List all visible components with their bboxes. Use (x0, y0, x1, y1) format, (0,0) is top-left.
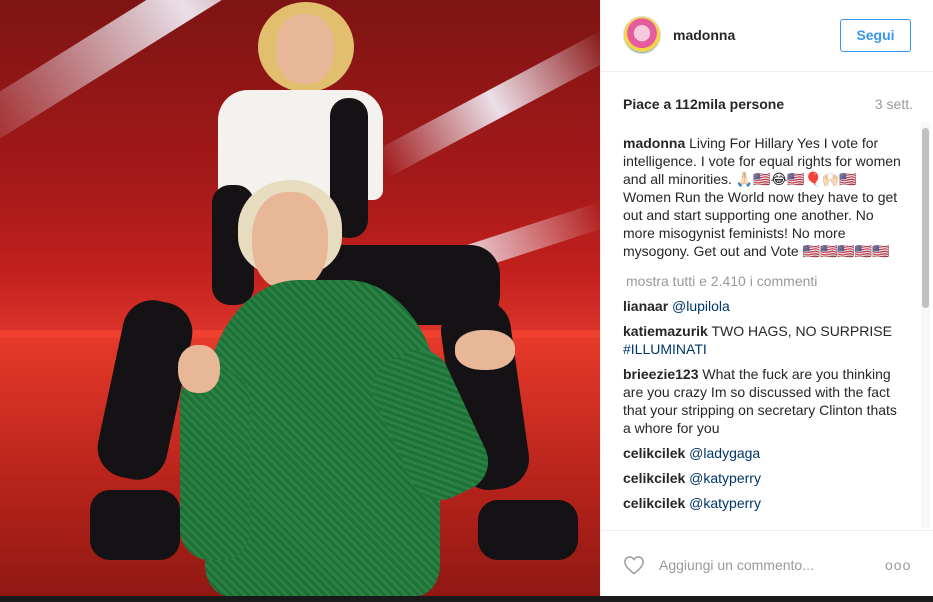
post-caption: madonna Living For Hillary Yes I vote fo… (623, 134, 908, 260)
comment-item: brieezie123 What the fuck are you thinki… (623, 365, 908, 437)
comment-item: celikcilek @katyperry (623, 469, 908, 487)
comment-item: celikcilek @ladygaga (623, 444, 908, 462)
avatar-icon[interactable] (623, 16, 661, 54)
comment-author[interactable]: brieezie123 (623, 366, 699, 382)
more-options-icon[interactable]: ooo (885, 557, 911, 573)
comment-mention[interactable]: @katyperry (689, 495, 761, 511)
post-sidebar: madonna Segui Piace a 112mila persone 3 … (600, 0, 933, 596)
comment-author[interactable]: katiemazurik (623, 323, 708, 339)
post-username[interactable]: madonna (673, 27, 735, 43)
comment-mention[interactable]: @lupilola (672, 298, 730, 314)
likes-suffix: persone (725, 96, 785, 112)
likes-count[interactable]: Piace a 112mila persone (623, 96, 784, 112)
stage-light-beam (372, 29, 600, 179)
comment-mention[interactable]: @ladygaga (689, 445, 760, 461)
singer-shoe (90, 490, 180, 560)
comments-list: madonna Living For Hillary Yes I vote fo… (623, 134, 908, 526)
heart-icon[interactable] (623, 555, 645, 575)
comments-scrollbar[interactable] (922, 128, 929, 308)
comment-text: TWO HAGS, NO SURPRISE (711, 323, 892, 339)
show-all-comments-link[interactable]: mostra tutti e 2.410 i commenti (626, 272, 908, 290)
post-footer: ooo (601, 530, 933, 596)
post-header: madonna Segui (601, 0, 933, 72)
comment-author[interactable]: celikcilek (623, 470, 685, 486)
comment-author[interactable]: celikcilek (623, 445, 685, 461)
post-photo[interactable] (0, 0, 600, 596)
likes-prefix: Piace a (623, 96, 676, 112)
comment-hashtag[interactable]: #ILLUMINATI (623, 341, 707, 357)
woman-face (252, 192, 328, 290)
comment-item: katiemazurik TWO HAGS, NO SURPRISE #ILLU… (623, 322, 908, 358)
post-time[interactable]: 3 sett. (875, 96, 913, 112)
follow-button[interactable]: Segui (840, 19, 911, 52)
woman-hand (178, 345, 220, 393)
window-bottom-edge (0, 596, 933, 602)
add-comment-input[interactable] (659, 555, 879, 575)
comment-author[interactable]: madonna (623, 135, 685, 151)
comment-item: lianaar @lupilola (623, 297, 908, 315)
woman-coat-arm (180, 370, 250, 560)
singer-shoe (478, 500, 578, 560)
comment-author[interactable]: celikcilek (623, 495, 685, 511)
comment-item: celikcilek @katyperry (623, 494, 908, 512)
likes-row: Piace a 112mila persone 3 sett. (623, 96, 913, 116)
comment-mention[interactable]: @katyperry (689, 470, 761, 486)
caption-text: Living For Hillary Yes I vote for intell… (623, 135, 901, 259)
comment-author[interactable]: lianaar (623, 298, 668, 314)
woman-hand (455, 330, 515, 370)
singer-face (276, 14, 334, 84)
likes-number: 112mila (675, 96, 726, 112)
